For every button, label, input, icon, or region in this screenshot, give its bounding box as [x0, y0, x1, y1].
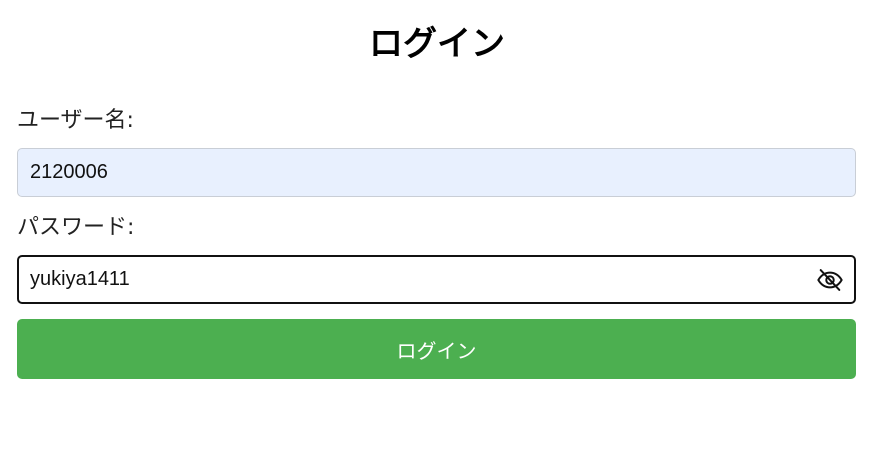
username-input[interactable] — [18, 149, 855, 196]
username-field-container — [17, 148, 856, 197]
login-page: ログイン ユーザー名: パスワード: ログイン — [0, 0, 894, 471]
page-title: ログイン — [369, 24, 505, 64]
password-input[interactable] — [19, 257, 810, 302]
password-label: パスワード: — [17, 215, 135, 240]
password-field-container — [17, 255, 856, 304]
username-label: ユーザー名: — [17, 108, 134, 133]
eye-slash-icon[interactable] — [810, 257, 850, 302]
login-button[interactable]: ログイン — [17, 319, 856, 379]
